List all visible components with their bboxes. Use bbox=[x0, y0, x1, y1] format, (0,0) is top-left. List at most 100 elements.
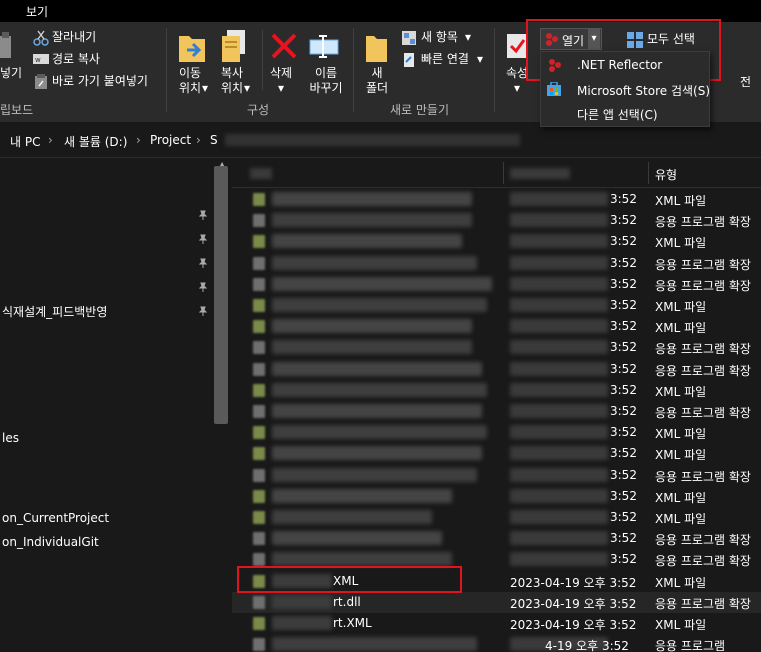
breadcrumb-partial[interactable]: S bbox=[210, 133, 218, 147]
file-name-redacted bbox=[272, 298, 487, 312]
properties-icon bbox=[507, 34, 527, 58]
address-bar[interactable]: 내 PC › 새 볼륨 (D:) › Project › S bbox=[0, 122, 761, 158]
table-row[interactable]: 3:52 XML 파일 bbox=[232, 486, 761, 507]
xml-file-icon bbox=[253, 511, 265, 524]
organize-group-label: 구성 bbox=[247, 103, 270, 117]
dll-file-icon bbox=[253, 362, 265, 376]
table-row[interactable]: 3:52 XML 파일 bbox=[232, 295, 761, 316]
table-row[interactable]: 3:52 XML 파일 bbox=[232, 316, 761, 337]
pin-icon bbox=[198, 234, 208, 244]
easy-access-button[interactable]: 빠른 연결 bbox=[421, 52, 469, 67]
table-row[interactable]: 3:52 XML 파일 bbox=[232, 507, 761, 528]
copy-path-button[interactable]: 경로 복사 bbox=[52, 52, 100, 67]
copy-to-button[interactable]: 복사 위치 bbox=[218, 66, 246, 96]
file-name-redacted bbox=[272, 637, 477, 652]
file-type: 응용 프로그램 확장 bbox=[655, 363, 751, 378]
table-row[interactable]: 3:52 XML 파일 bbox=[232, 380, 761, 401]
modified-date-redacted bbox=[510, 340, 608, 355]
modified-time: 3:52 bbox=[610, 192, 637, 206]
pin-icon bbox=[198, 210, 208, 220]
properties-button[interactable]: 속성 bbox=[506, 66, 528, 81]
file-name-redacted bbox=[272, 594, 332, 609]
table-row[interactable]: rt.dll 2023-04-19 오후 3:52 응용 프로그램 확장 bbox=[232, 591, 761, 613]
table-row[interactable]: 3:52 XML 파일 bbox=[232, 422, 761, 443]
paste-shortcut-button[interactable]: 바로 가기 붙여넣기 bbox=[52, 74, 148, 89]
nav-item[interactable]: on_IndividualGit bbox=[2, 535, 99, 549]
table-row[interactable]: 3:52 응용 프로그램 확장 bbox=[232, 359, 761, 380]
table-row[interactable]: 3:52 XML 파일 bbox=[232, 443, 761, 464]
column-type[interactable]: 유형 bbox=[655, 166, 677, 183]
table-row[interactable]: 3:52 응용 프로그램 확장 bbox=[232, 401, 761, 422]
breadcrumb-volume-d[interactable]: 새 볼륨 (D:) bbox=[64, 133, 127, 150]
xml-file-icon bbox=[253, 235, 265, 249]
file-name-redacted bbox=[272, 192, 472, 206]
file-name-redacted bbox=[272, 276, 492, 291]
file-name-redacted bbox=[272, 488, 452, 503]
dll-file-icon bbox=[253, 468, 265, 482]
table-row[interactable]: 3:52 응용 프로그램 확장 bbox=[232, 253, 761, 274]
breadcrumb-this-pc[interactable]: 내 PC bbox=[10, 133, 40, 150]
nav-item[interactable]: les bbox=[2, 431, 19, 445]
pin-icon bbox=[198, 306, 208, 316]
open-with-menu: .NET Reflector Microsoft Store 검색(S) 다른 … bbox=[540, 51, 710, 127]
file-name-redacted bbox=[272, 361, 482, 376]
file-name-redacted bbox=[272, 467, 477, 482]
table-row[interactable]: 4-19 오후 3:52 응용 프로그램 bbox=[232, 634, 761, 652]
file-type: XML 파일 bbox=[655, 384, 707, 399]
file-name: rt.dll bbox=[333, 594, 361, 609]
table-row[interactable]: 3:52 응용 프로그램 확장 bbox=[232, 465, 761, 486]
cut-button[interactable]: 잘라내기 bbox=[52, 30, 96, 45]
new-group-label: 새로 만들기 bbox=[390, 103, 450, 117]
move-to-button[interactable]: 이동 위치 bbox=[176, 66, 204, 96]
rename-button[interactable]: 이름 바꾸기 bbox=[304, 66, 348, 96]
file-name-redacted bbox=[272, 425, 487, 440]
file-type: 응용 프로그램 확장 bbox=[655, 469, 751, 484]
breadcrumb-separator: › bbox=[196, 133, 201, 147]
dll-file-icon bbox=[253, 638, 265, 652]
delete-button[interactable]: 삭제 bbox=[270, 66, 292, 81]
tab-view[interactable]: 보기 bbox=[26, 3, 48, 20]
nav-item[interactable]: on_CurrentProject bbox=[2, 511, 109, 525]
table-row[interactable]: 3:52 XML 파일 bbox=[232, 189, 761, 210]
breadcrumb-project[interactable]: Project bbox=[150, 133, 191, 147]
new-item-icon bbox=[402, 31, 416, 45]
highlight-dll-row bbox=[237, 566, 462, 593]
table-row[interactable]: 3:52 응용 프로그램 확장 bbox=[232, 210, 761, 231]
modified-time: 3:52 bbox=[610, 213, 637, 228]
new-folder-button[interactable]: 새 폴더 bbox=[364, 66, 390, 96]
file-type: 응용 프로그램 bbox=[655, 639, 726, 652]
file-name-redacted bbox=[272, 404, 482, 418]
paste-button-label[interactable]: 넣기 bbox=[0, 66, 22, 81]
file-type: 응용 프로그램 확장 bbox=[655, 596, 751, 611]
file-type: XML 파일 bbox=[655, 427, 707, 442]
file-name-redacted bbox=[272, 616, 332, 630]
modified-time: 3:52 bbox=[610, 488, 637, 503]
modified-date-redacted bbox=[510, 361, 608, 376]
dll-file-icon bbox=[253, 214, 265, 228]
file-name-redacted bbox=[272, 234, 462, 249]
table-row[interactable]: 3:52 응용 프로그램 확장 bbox=[232, 337, 761, 358]
file-type: XML 파일 bbox=[655, 490, 707, 505]
new-item-button[interactable]: 새 항목 bbox=[421, 30, 458, 45]
table-row[interactable]: rt.XML 2023-04-19 오후 3:52 XML 파일 bbox=[232, 613, 761, 634]
table-row[interactable]: 3:52 XML 파일 bbox=[232, 231, 761, 252]
column-header: 유형 bbox=[232, 158, 761, 188]
table-row[interactable]: 3:52 응용 프로그램 확장 bbox=[232, 528, 761, 549]
nav-scrollbar-thumb[interactable] bbox=[214, 166, 228, 424]
file-name-redacted bbox=[272, 213, 472, 228]
column-date-redacted[interactable] bbox=[510, 168, 570, 179]
menu-item-store-search[interactable]: Microsoft Store 검색(S) bbox=[541, 77, 710, 101]
partial-ribbon-label: 전 bbox=[740, 75, 752, 89]
table-row[interactable]: 3:52 응용 프로그램 확장 bbox=[232, 274, 761, 295]
modified-date-redacted bbox=[510, 467, 608, 482]
nav-item[interactable]: 식재설계_피드백반영 bbox=[2, 303, 107, 320]
modified-time: 3:52 bbox=[610, 340, 637, 355]
modified-date-redacted bbox=[510, 276, 608, 291]
menu-item-choose-other-app[interactable]: 다른 앱 선택(C) bbox=[541, 101, 709, 125]
modified-time: 3:52 bbox=[610, 425, 637, 440]
dll-file-icon bbox=[253, 256, 265, 270]
file-name-redacted bbox=[272, 319, 472, 334]
menu-item-net-reflector[interactable]: .NET Reflector bbox=[541, 53, 709, 77]
modified-time: 3:52 bbox=[610, 446, 637, 461]
column-name-redacted[interactable] bbox=[250, 168, 272, 179]
